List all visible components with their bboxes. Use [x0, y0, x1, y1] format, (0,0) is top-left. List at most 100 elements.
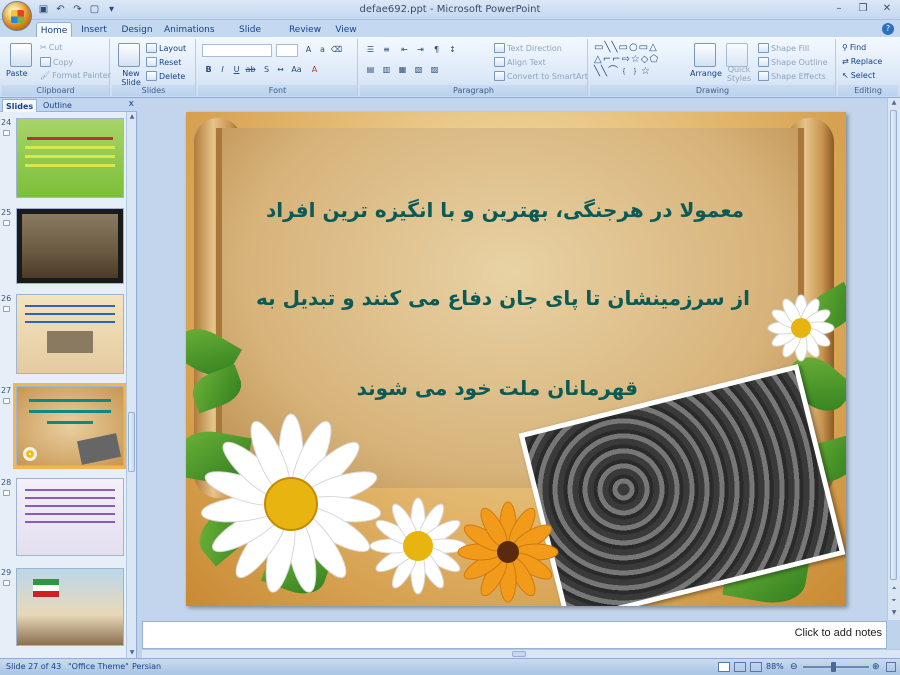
- shape-outline-button[interactable]: Shape Outline: [758, 57, 828, 67]
- shape-effects-button[interactable]: Shape Effects: [758, 71, 826, 81]
- tab-slides[interactable]: Slides: [2, 99, 38, 112]
- slide-scroll-thumb[interactable]: [890, 110, 897, 580]
- next-slide-icon[interactable]: ⏷: [889, 596, 899, 606]
- font-name-field[interactable]: [202, 44, 272, 57]
- quick-styles-button[interactable]: Quick Styles: [724, 65, 754, 83]
- theme-indicator[interactable]: "Office Theme": [68, 662, 129, 671]
- cut-button[interactable]: ✂ Cut: [40, 43, 63, 52]
- slide-thumbnail-24[interactable]: [16, 118, 124, 198]
- slide-sorter-icon[interactable]: [734, 662, 746, 672]
- layout-button[interactable]: Layout: [146, 43, 186, 53]
- tab-animations[interactable]: Animations: [164, 22, 215, 38]
- align-text-button[interactable]: Align Text: [494, 57, 546, 67]
- tab-review[interactable]: Review: [288, 22, 322, 38]
- shapes-gallery[interactable]: ▭╲╲▭○▭△ △⌐⌐⇨☆◇⬠ ╲╲⌒﹛﹜☆: [594, 42, 686, 78]
- zoom-level[interactable]: 88%: [766, 662, 784, 671]
- scroll-down-icon[interactable]: ▼: [127, 648, 137, 658]
- align-center-icon[interactable]: ▥: [380, 64, 393, 76]
- arrange-icon[interactable]: [694, 43, 716, 67]
- bold-icon[interactable]: B: [202, 64, 215, 76]
- slide-thumbnail-29[interactable]: [16, 568, 124, 646]
- clear-format-icon[interactable]: ⌫: [330, 44, 343, 56]
- char-spacing-icon[interactable]: ↔: [274, 64, 287, 76]
- maximize-button[interactable]: ❐: [852, 1, 874, 17]
- drawing-label: Drawing: [590, 85, 835, 96]
- find-button[interactable]: ⚲ Find: [842, 43, 866, 52]
- slide-indicator: Slide 27 of 43: [6, 662, 62, 671]
- tab-view[interactable]: View: [333, 22, 359, 38]
- shrink-font-icon[interactable]: a: [316, 44, 329, 56]
- slide-thumbnail-25[interactable]: [16, 208, 124, 284]
- normal-view-icon[interactable]: [718, 662, 730, 672]
- notes-pane[interactable]: Click to add notes: [142, 621, 887, 649]
- slide-scrollbar[interactable]: ▲ ⏶ ⏷ ▼: [887, 98, 900, 620]
- shape-outline-label: Shape Outline: [771, 57, 828, 67]
- scroll-up-icon[interactable]: ▲: [889, 98, 899, 108]
- slide-show-icon[interactable]: [750, 662, 762, 672]
- rtl-icon[interactable]: ¶: [430, 44, 443, 56]
- zoom-slider-handle[interactable]: [830, 662, 836, 672]
- zoom-out-icon[interactable]: ⊖: [790, 662, 798, 672]
- align-right-icon[interactable]: ▦: [396, 64, 409, 76]
- numbering-icon[interactable]: ≡: [380, 44, 393, 56]
- delete-label: Delete: [159, 71, 186, 81]
- columns-icon[interactable]: ▨: [428, 64, 441, 76]
- status-bar: Slide 27 of 43 "Office Theme" Persian 88…: [0, 658, 900, 675]
- copy-icon: [40, 57, 51, 67]
- slide-canvas[interactable]: معمولا در هرجنگی، بهترین و با انگیزه تری…: [186, 112, 846, 606]
- arrange-button[interactable]: Arrange: [690, 69, 722, 78]
- fit-slide-icon[interactable]: [886, 662, 896, 672]
- zoom-in-icon[interactable]: ⊕: [872, 662, 880, 672]
- close-pane-icon[interactable]: x: [129, 99, 134, 109]
- shape-fill-button[interactable]: Shape Fill: [758, 43, 809, 53]
- language-indicator[interactable]: Persian: [132, 662, 161, 671]
- strikethrough-icon[interactable]: ab: [244, 64, 257, 76]
- select-button[interactable]: ↖ Select: [842, 71, 875, 80]
- slide-thumbnail-26[interactable]: [16, 294, 124, 374]
- help-icon[interactable]: ?: [882, 23, 894, 35]
- shadow-icon[interactable]: S: [260, 64, 273, 76]
- notes-scroll-thumb[interactable]: [512, 651, 526, 657]
- tab-outline[interactable]: Outline: [40, 99, 75, 112]
- justify-icon[interactable]: ▧: [412, 64, 425, 76]
- minimize-button[interactable]: –: [828, 1, 850, 17]
- delete-button[interactable]: Delete: [146, 71, 185, 81]
- align-left-icon[interactable]: ▤: [364, 64, 377, 76]
- line-spacing-icon[interactable]: ↕: [446, 44, 459, 56]
- close-button[interactable]: ✕: [876, 1, 898, 17]
- notes-placeholder[interactable]: Click to add notes: [795, 627, 882, 639]
- copy-button[interactable]: Copy: [40, 57, 73, 67]
- notes-scrollbar[interactable]: [142, 649, 900, 658]
- previous-slide-icon[interactable]: ⏶: [889, 584, 899, 594]
- paste-icon[interactable]: [10, 43, 32, 67]
- scroll-up-icon[interactable]: ▲: [127, 112, 137, 122]
- scroll-thumb[interactable]: [128, 412, 135, 472]
- replace-button[interactable]: ⇄ Replace: [842, 57, 882, 66]
- reset-button[interactable]: Reset: [146, 57, 181, 67]
- slide-thumbnail-27[interactable]: [13, 383, 126, 469]
- text-direction-button[interactable]: Text Direction: [494, 43, 562, 53]
- convert-smartart-button[interactable]: Convert to SmartArt: [494, 71, 588, 81]
- change-case-icon[interactable]: Aa: [290, 64, 303, 76]
- scroll-down-icon[interactable]: ▼: [889, 608, 899, 618]
- office-button[interactable]: [2, 1, 32, 31]
- bullets-icon[interactable]: ☰: [364, 44, 377, 56]
- quick-styles-icon[interactable]: [726, 43, 748, 67]
- grow-font-icon[interactable]: A: [302, 44, 315, 56]
- format-painter-button[interactable]: 🖌 Format Painter: [40, 71, 111, 80]
- new-slide-icon[interactable]: [118, 43, 140, 67]
- increase-indent-icon[interactable]: ⇥: [414, 44, 427, 56]
- italic-icon[interactable]: I: [216, 64, 229, 76]
- thumbnail-scrollbar[interactable]: ▲ ▼: [126, 112, 136, 658]
- zoom-slider[interactable]: [803, 666, 869, 668]
- font-color-icon[interactable]: A: [308, 64, 321, 76]
- decrease-indent-icon[interactable]: ⇤: [398, 44, 411, 56]
- paste-button[interactable]: Paste: [6, 69, 28, 78]
- font-size-field[interactable]: [276, 44, 298, 57]
- underline-icon[interactable]: U: [230, 64, 243, 76]
- slide-thumbnail-28[interactable]: [16, 478, 124, 556]
- tab-design[interactable]: Design: [120, 22, 154, 38]
- tab-slide-show[interactable]: Slide Show: [226, 22, 274, 51]
- tab-home[interactable]: Home: [36, 22, 72, 38]
- tab-insert[interactable]: Insert: [78, 22, 110, 38]
